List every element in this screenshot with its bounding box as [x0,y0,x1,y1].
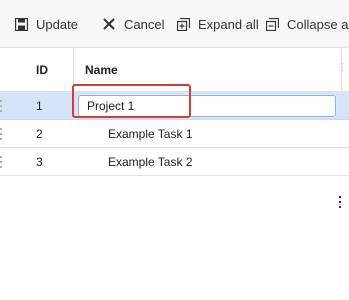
name-edit-input[interactable] [78,95,336,117]
expand-all-label: Expand all [198,16,259,32]
collapse-all-icon [265,17,279,31]
column-menu-icon[interactable]: ⋮ [337,62,347,73]
column-header-id[interactable]: ID [36,48,48,92]
collapse-all-label: Collapse all [287,16,349,32]
table-row[interactable]: 1 [0,92,349,120]
save-icon [14,17,28,31]
column-separator [341,48,342,92]
cancel-button[interactable]: Cancel [102,0,164,48]
toolbar: Update Cancel Expand all Collapse all [0,0,349,48]
cell-name: Example Task 1 [108,127,193,141]
treegrid-screen: Update Cancel Expand all Collapse all ID… [0,0,349,300]
collapse-all-button[interactable]: Collapse all [265,0,349,48]
more-options-icon[interactable] [338,196,341,208]
update-label: Update [36,16,78,32]
row-drag-handle[interactable] [0,156,3,168]
cancel-label: Cancel [124,16,165,32]
table-row[interactable]: 3 Example Task 2 [0,148,349,176]
row-drag-handle[interactable] [0,128,3,140]
update-button[interactable]: Update [14,0,78,48]
cell-name: Example Task 2 [108,155,193,169]
cell-id: 2 [36,127,43,141]
cell-id: 3 [36,155,43,169]
tree-grid: ID Name ⋮ 1 2 Example Task 1 3 Example T… [0,48,349,300]
close-icon [102,17,116,31]
expand-all-button[interactable]: Expand all [176,0,259,48]
table-row[interactable]: 2 Example Task 1 [0,120,349,148]
column-header-name[interactable]: Name [85,48,118,92]
grid-header: ID Name ⋮ [0,48,349,92]
cell-id: 1 [36,99,43,113]
expand-all-icon [176,17,190,31]
row-drag-handle[interactable] [0,100,3,112]
